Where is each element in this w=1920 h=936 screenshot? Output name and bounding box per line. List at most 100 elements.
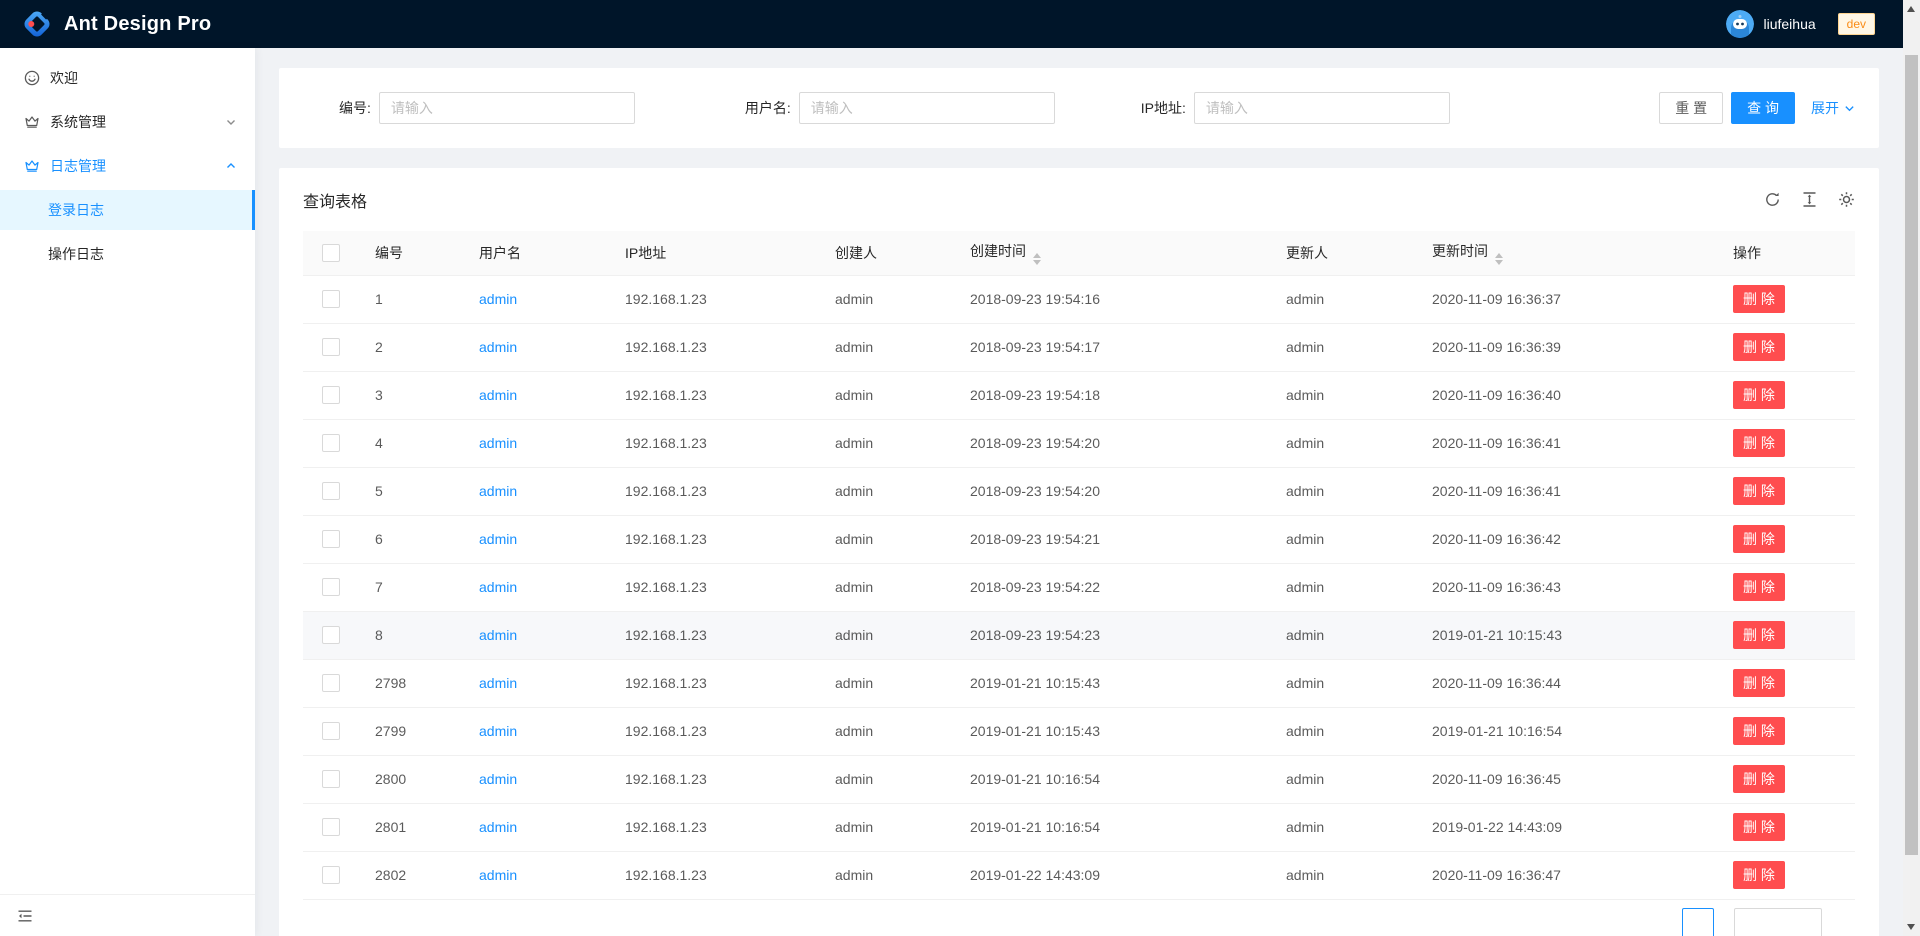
username-input[interactable]	[799, 92, 1055, 124]
cell-updater: admin	[1270, 515, 1416, 563]
cell-updated: 2019-01-22 14:43:09	[1416, 803, 1717, 851]
cell-updated: 2020-11-09 16:36:43	[1416, 563, 1717, 611]
username-link[interactable]: admin	[479, 771, 517, 787]
delete-button[interactable]: 删 除	[1733, 717, 1785, 745]
sidebar-item-operation-log[interactable]: 操作日志	[0, 234, 255, 274]
delete-button[interactable]: 删 除	[1733, 477, 1785, 505]
ip-input[interactable]	[1194, 92, 1450, 124]
cell-updater: admin	[1270, 275, 1416, 323]
menu-fold-icon[interactable]	[17, 908, 33, 924]
delete-button[interactable]: 删 除	[1733, 429, 1785, 457]
page-size-select[interactable]	[1734, 908, 1822, 936]
row-checkbox[interactable]	[322, 434, 340, 452]
search-form-card: 编号: 用户名: IP地址: 重 置 查 询 展开	[279, 68, 1879, 148]
cell-ip: 192.168.1.23	[609, 803, 819, 851]
cell-creator: admin	[819, 515, 954, 563]
delete-button[interactable]: 删 除	[1733, 861, 1785, 889]
row-checkbox[interactable]	[322, 866, 340, 884]
username-link[interactable]: admin	[479, 531, 517, 547]
cell-ip: 192.168.1.23	[609, 323, 819, 371]
cell-updated: 2019-01-21 10:16:54	[1416, 707, 1717, 755]
cell-ip: 192.168.1.23	[609, 611, 819, 659]
app-title: Ant Design Pro	[64, 13, 211, 36]
scrollbar-up-arrow-icon[interactable]	[1907, 6, 1915, 12]
cell-created: 2018-09-23 19:54:23	[954, 611, 1270, 659]
table-row: 3 admin 192.168.1.23 admin 2018-09-23 19…	[303, 371, 1855, 419]
cell-updated: 2020-11-09 16:36:47	[1416, 851, 1717, 899]
reset-button[interactable]: 重 置	[1659, 92, 1723, 124]
row-checkbox[interactable]	[322, 578, 340, 596]
row-checkbox[interactable]	[322, 722, 340, 740]
username-link[interactable]: admin	[479, 819, 517, 835]
column-header: 操作	[1717, 231, 1855, 275]
scrollbar-down-arrow-icon[interactable]	[1907, 924, 1915, 930]
column-header: 创建人	[819, 231, 954, 275]
username-link[interactable]: admin	[479, 291, 517, 307]
delete-button[interactable]: 删 除	[1733, 525, 1785, 553]
table-head-row: 编号用户名IP地址创建人创建时间更新人更新时间操作	[303, 231, 1855, 275]
row-checkbox[interactable]	[322, 338, 340, 356]
username-link[interactable]: admin	[479, 627, 517, 643]
username-link[interactable]: admin	[479, 723, 517, 739]
sidebar-item-label: 系统管理	[50, 112, 106, 132]
delete-button[interactable]: 删 除	[1733, 765, 1785, 793]
settings-gear-icon[interactable]	[1838, 191, 1855, 208]
sorter-icon[interactable]	[1033, 253, 1041, 265]
cell-updated: 2020-11-09 16:36:41	[1416, 419, 1717, 467]
pagination-page-1-button[interactable]	[1682, 908, 1714, 936]
username-link[interactable]: admin	[479, 579, 517, 595]
row-checkbox[interactable]	[322, 482, 340, 500]
username-link[interactable]: admin	[479, 387, 517, 403]
column-height-icon[interactable]	[1801, 191, 1818, 208]
cell-id: 6	[359, 515, 463, 563]
cell-id: 7	[359, 563, 463, 611]
username-link[interactable]: admin	[479, 675, 517, 691]
expand-link[interactable]: 展开	[1811, 98, 1855, 118]
query-button[interactable]: 查 询	[1731, 92, 1795, 124]
username-link[interactable]: admin	[479, 339, 517, 355]
delete-button[interactable]: 删 除	[1733, 573, 1785, 601]
row-checkbox[interactable]	[322, 290, 340, 308]
app-logo-icon[interactable]	[22, 9, 52, 39]
username-link[interactable]: admin	[479, 435, 517, 451]
table-row: 2798 admin 192.168.1.23 admin 2019-01-21…	[303, 659, 1855, 707]
reload-icon[interactable]	[1764, 191, 1781, 208]
cell-updater: admin	[1270, 755, 1416, 803]
row-checkbox[interactable]	[322, 386, 340, 404]
sidebar-item-welcome[interactable]: 欢迎	[0, 58, 255, 98]
cell-updater: admin	[1270, 707, 1416, 755]
form-actions: 重 置 查 询 展开	[1659, 92, 1855, 124]
row-checkbox[interactable]	[322, 626, 340, 644]
field-id-label: 编号:	[339, 98, 379, 118]
row-checkbox[interactable]	[322, 770, 340, 788]
delete-button[interactable]: 删 除	[1733, 621, 1785, 649]
sorter-icon[interactable]	[1495, 253, 1503, 265]
delete-button[interactable]: 删 除	[1733, 669, 1785, 697]
username-link[interactable]: admin	[479, 483, 517, 499]
table-row: 5 admin 192.168.1.23 admin 2018-09-23 19…	[303, 467, 1855, 515]
cell-created: 2019-01-21 10:16:54	[954, 755, 1270, 803]
cell-id: 1	[359, 275, 463, 323]
delete-button[interactable]: 删 除	[1733, 285, 1785, 313]
toolbar-icons	[1764, 191, 1855, 208]
row-checkbox[interactable]	[322, 818, 340, 836]
sidebar-item-system-mgmt[interactable]: 系统管理	[0, 102, 255, 142]
scrollbar[interactable]	[1903, 0, 1920, 936]
cell-updated: 2020-11-09 16:36:45	[1416, 755, 1717, 803]
avatar[interactable]	[1726, 10, 1754, 38]
delete-button[interactable]: 删 除	[1733, 381, 1785, 409]
row-checkbox[interactable]	[322, 674, 340, 692]
column-header[interactable]: 创建时间	[954, 231, 1270, 275]
sidebar-item-login-log[interactable]: 登录日志	[0, 190, 255, 230]
row-checkbox[interactable]	[322, 530, 340, 548]
scrollbar-thumb[interactable]	[1905, 55, 1918, 855]
select-all-checkbox[interactable]	[322, 244, 340, 262]
username-link[interactable]: admin	[479, 867, 517, 883]
sidebar-item-log-mgmt[interactable]: 日志管理	[0, 146, 255, 186]
delete-button[interactable]: 删 除	[1733, 333, 1785, 361]
id-input[interactable]	[379, 92, 635, 124]
cell-created: 2018-09-23 19:54:17	[954, 323, 1270, 371]
delete-button[interactable]: 删 除	[1733, 813, 1785, 841]
username[interactable]: liufeihua	[1763, 16, 1815, 32]
column-header[interactable]: 更新时间	[1416, 231, 1717, 275]
